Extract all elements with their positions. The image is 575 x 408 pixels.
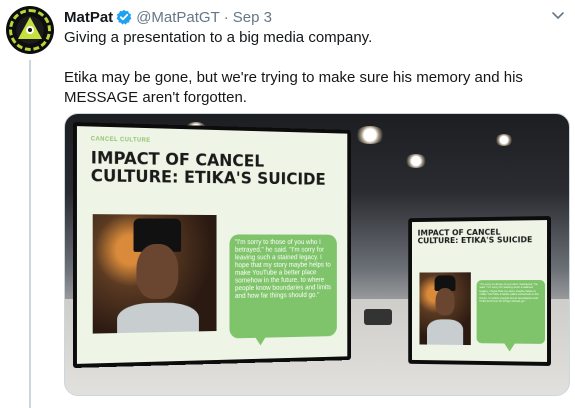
ceiling-light xyxy=(405,154,427,168)
slide-title-small: IMPACT OF CANCEL CULTURE: ETIKA'S SUICID… xyxy=(417,227,533,246)
slide-title: IMPACT OF CANCEL CULTURE: ETIKA'S SUICID… xyxy=(90,148,326,190)
slide-small: IMPACT OF CANCEL CULTURE: ETIKA'S SUICID… xyxy=(411,220,548,362)
tweet-date[interactable]: Sep 3 xyxy=(233,9,272,26)
ceiling-light xyxy=(355,126,385,144)
avatar[interactable] xyxy=(6,6,54,54)
slide-kicker: CANCEL CULTURE xyxy=(90,136,151,144)
slide-quote-bubble-small: "I'm sorry to those of you who I betraye… xyxy=(476,280,546,344)
slide-quote-bubble: "I'm sorry to those of you who I betraye… xyxy=(229,234,337,339)
projector xyxy=(364,309,392,325)
separator-dot: · xyxy=(223,8,229,26)
tweet-photo[interactable]: CANCEL CULTURE IMPACT OF CANCEL CULTURE:… xyxy=(64,113,570,396)
chevron-down-icon[interactable] xyxy=(549,8,567,24)
verified-badge-icon xyxy=(116,9,132,25)
tweet-text-line-2: Etika may be gone, but we're trying to m… xyxy=(64,69,523,106)
slide-photo xyxy=(92,214,217,334)
tweet[interactable]: MatPat @MatPatGT · Sep 3 Giving a presen… xyxy=(0,0,575,408)
thread-line xyxy=(29,60,31,408)
ceiling-light xyxy=(495,134,513,146)
tweet-header: MatPat @MatPatGT · Sep 3 xyxy=(64,7,272,27)
handle[interactable]: @MatPatGT xyxy=(136,9,220,26)
tweet-text-line-1: Giving a presentation to a big media com… xyxy=(64,29,373,46)
large-monitor: CANCEL CULTURE IMPACT OF CANCEL CULTURE:… xyxy=(73,122,351,368)
small-monitor: IMPACT OF CANCEL CULTURE: ETIKA'S SUICID… xyxy=(408,216,551,366)
slide-large: CANCEL CULTURE IMPACT OF CANCEL CULTURE:… xyxy=(76,126,348,364)
display-name[interactable]: MatPat xyxy=(64,9,113,26)
slide-photo-small xyxy=(419,272,471,346)
avatar-eye xyxy=(26,26,34,34)
